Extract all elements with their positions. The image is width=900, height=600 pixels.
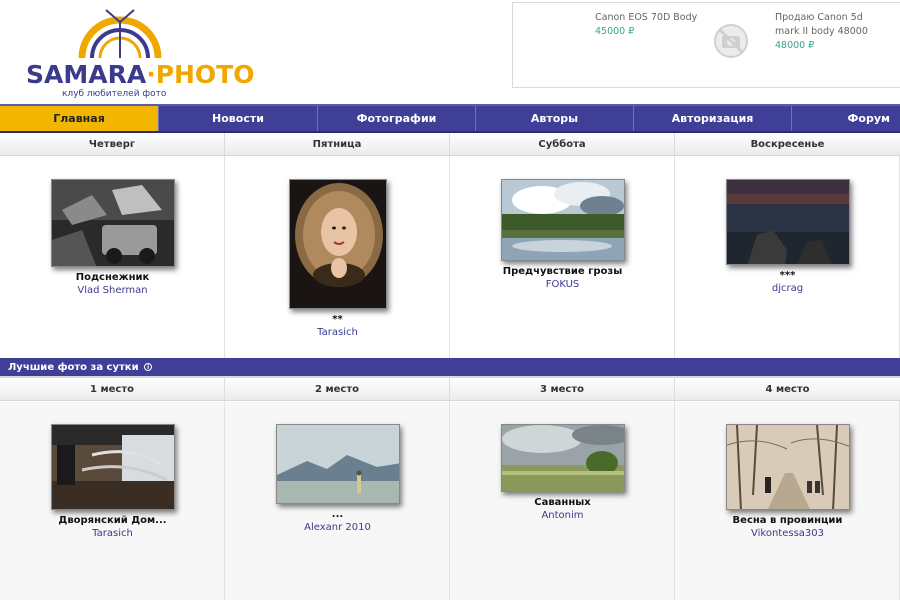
ad-item[interactable]: Canon EOS 70D Body 45000 ₽ — [595, 11, 697, 39]
day-column: Подснежник Vlad Sherman — [0, 156, 225, 358]
ads-block: Canon EOS 70D Body 45000 ₽ Продаю Canon … — [512, 2, 900, 88]
day-label: Суббота — [450, 133, 675, 156]
photo-author-link[interactable]: Tarasich — [0, 528, 225, 539]
photo-thumbnail[interactable] — [50, 179, 175, 267]
place-label: 2 место — [225, 378, 450, 401]
photo-title: Дворянский Дом... — [58, 515, 167, 526]
places-header-row: 1 место 2 место 3 место 4 место — [0, 378, 900, 401]
ad-item[interactable]: Продаю Canon 5d mark II body 48000 48000… — [775, 11, 875, 53]
day-label: Пятница — [225, 133, 450, 156]
day-column: *** djcrag — [675, 156, 900, 358]
day-column: ** Tarasich — [225, 156, 450, 358]
photo-author-link[interactable]: Alexanr 2010 — [225, 522, 450, 533]
day-label: Четверг — [0, 133, 225, 156]
place-label: 4 место — [765, 384, 810, 395]
photo-thumbnail[interactable] — [288, 179, 387, 309]
ad-title[interactable]: Canon EOS 70D Body — [595, 11, 697, 25]
photo-card: Саванных Antonim — [450, 424, 675, 521]
info-icon[interactable]: i — [144, 363, 153, 371]
day-label: Воскресенье — [750, 139, 825, 150]
day-column: Предчувствие грозы FOKUS — [450, 156, 675, 358]
nav-item-authors[interactable]: Авторы — [476, 106, 634, 131]
nav-item-news[interactable]: Новости — [159, 106, 318, 131]
photo-thumbnail[interactable] — [275, 424, 400, 504]
photo-thumbnail[interactable] — [50, 424, 175, 510]
photo-author-link[interactable]: Vlad Sherman — [0, 285, 225, 296]
header: SAMARA·PHOTO клуб любителей фото Canon E… — [0, 0, 900, 104]
best-photos-title: Лучшие фото за сутки — [8, 362, 139, 373]
photo-title: Предчувствие грозы — [502, 266, 623, 277]
photo-title: Подснежник — [75, 272, 150, 283]
photo-card: Предчувствие грозы FOKUS — [450, 179, 675, 290]
photo-title: ... — [331, 509, 344, 520]
photo-title: *** — [779, 270, 796, 281]
place-column: Весна в провинции Vikontessa303 — [675, 401, 900, 600]
photo-card: *** djcrag — [675, 179, 900, 294]
photo-thumbnail[interactable] — [500, 179, 625, 261]
photo-card: ** Tarasich — [225, 179, 450, 338]
logo-subtitle: клуб любителей фото — [62, 89, 167, 99]
photo-author-link[interactable]: Antonim — [450, 510, 675, 521]
nav-item-login[interactable]: Авторизация — [634, 106, 792, 131]
logo-arc-icon — [78, 9, 162, 59]
nav-item-forum[interactable]: Форум — [792, 106, 900, 131]
main-nav: Главная Новости Фотографии Авторы Автори… — [0, 104, 900, 133]
place-column: ... Alexanr 2010 — [225, 401, 450, 600]
photo-thumbnail[interactable] — [500, 424, 625, 492]
nav-item-photos[interactable]: Фотографии — [318, 106, 476, 131]
photo-author-link[interactable]: Tarasich — [225, 327, 450, 338]
nav-item-home[interactable]: Главная — [0, 106, 159, 131]
ad-price: 48000 ₽ — [775, 40, 815, 51]
best-photos-heading: Лучшие фото за сутки i — [0, 358, 900, 378]
photo-author-link[interactable]: FOKUS — [450, 279, 675, 290]
no-camera-icon — [713, 23, 749, 59]
photo-thumbnail[interactable] — [725, 424, 850, 510]
photo-card: Дворянский Дом... Tarasich — [0, 424, 225, 539]
photo-card: Весна в провинции Vikontessa303 — [675, 424, 900, 539]
logo-text: SAMARA·PHOTO — [26, 60, 255, 89]
photo-title: ** — [332, 314, 343, 325]
photo-thumbnail[interactable] — [725, 179, 850, 265]
site-logo[interactable]: SAMARA·PHOTO клуб любителей фото — [22, 8, 255, 100]
place-label: 3 место — [450, 378, 675, 401]
photo-card: Подснежник Vlad Sherman — [0, 179, 225, 296]
ad-title[interactable]: Продаю Canon 5d mark II body 48000 — [775, 11, 875, 39]
place-column: Саванных Antonim — [450, 401, 675, 600]
days-header-row: Четверг Пятница Суббота Воскресенье — [0, 133, 900, 156]
place-column: Дворянский Дом... Tarasich — [0, 401, 225, 600]
photo-author-link[interactable]: Vikontessa303 — [675, 528, 900, 539]
place-label: 1 место — [0, 378, 225, 401]
photo-author-link[interactable]: djcrag — [675, 283, 900, 294]
photo-title: Саванных — [534, 497, 591, 508]
ad-price: 45000 ₽ — [595, 26, 635, 37]
photo-title: Весна в провинции — [732, 515, 843, 526]
photo-card: ... Alexanr 2010 — [225, 424, 450, 533]
